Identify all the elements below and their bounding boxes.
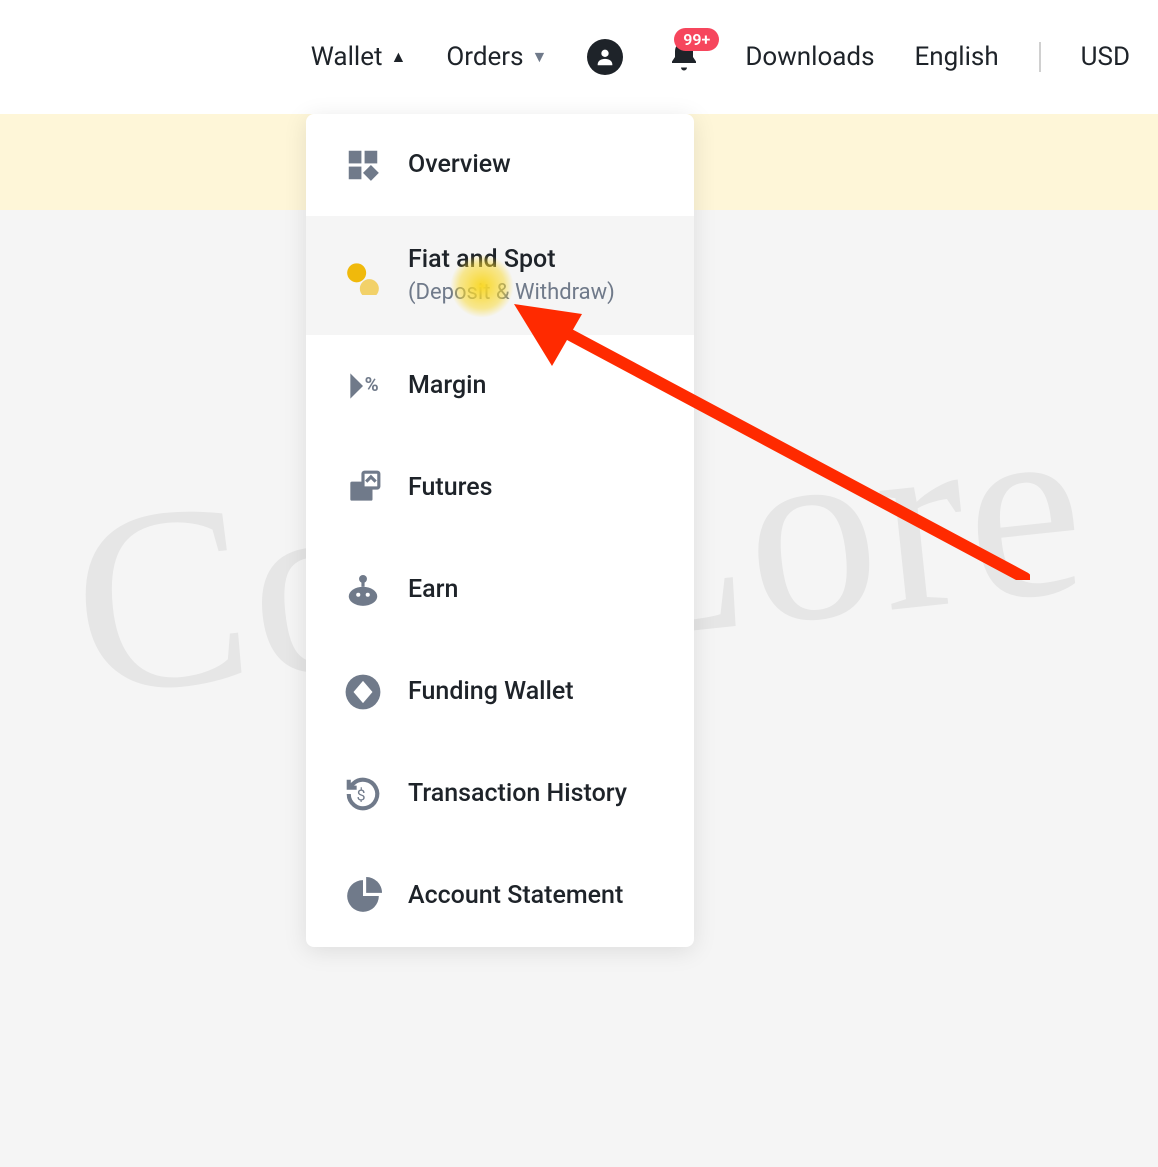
menu-account-statement[interactable]: Account Statement bbox=[306, 845, 694, 947]
funding-wallet-icon bbox=[344, 673, 382, 711]
fiat-spot-icon bbox=[344, 257, 382, 295]
nav-language[interactable]: English bbox=[915, 42, 999, 72]
nav-wallet-label: Wallet bbox=[311, 42, 383, 72]
menu-futures-label: Futures bbox=[408, 472, 493, 505]
nav-currency[interactable]: USD bbox=[1081, 42, 1130, 72]
menu-funding-wallet[interactable]: Funding Wallet bbox=[306, 641, 694, 743]
menu-transaction-history[interactable]: $ Transaction History bbox=[306, 743, 694, 845]
menu-futures[interactable]: Futures bbox=[306, 437, 694, 539]
nav-currency-label: USD bbox=[1081, 42, 1130, 72]
nav-downloads-label: Downloads bbox=[745, 42, 874, 72]
wallet-dropdown: Overview Fiat and Spot (Deposit & Withdr… bbox=[306, 114, 694, 947]
caret-down-icon: ▼ bbox=[532, 47, 548, 67]
menu-fiat-spot-label: Fiat and Spot bbox=[408, 244, 615, 277]
menu-funding-wallet-label: Funding Wallet bbox=[408, 676, 574, 709]
menu-overview-label: Overview bbox=[408, 149, 511, 182]
transaction-history-icon: $ bbox=[344, 775, 382, 813]
nav-separator bbox=[1039, 42, 1041, 72]
notification-badge: 99+ bbox=[674, 28, 719, 51]
overview-icon bbox=[344, 146, 382, 184]
avatar-icon[interactable] bbox=[587, 39, 623, 75]
menu-account-statement-label: Account Statement bbox=[408, 880, 623, 913]
menu-earn-label: Earn bbox=[408, 574, 458, 607]
account-statement-icon bbox=[344, 877, 382, 915]
notifications-button[interactable]: 99+ bbox=[663, 36, 705, 78]
menu-fiat-spot-sub: (Deposit & Withdraw) bbox=[408, 279, 615, 308]
caret-up-icon: ▲ bbox=[391, 47, 407, 67]
menu-fiat-spot[interactable]: Fiat and Spot (Deposit & Withdraw) bbox=[306, 216, 694, 335]
margin-icon: % bbox=[344, 367, 382, 405]
topbar: Wallet ▲ Orders ▼ 99+ Downloads English … bbox=[0, 0, 1158, 114]
earn-icon bbox=[344, 571, 382, 609]
nav-language-label: English bbox=[915, 42, 999, 72]
nav-wallet[interactable]: Wallet ▲ bbox=[311, 42, 407, 72]
svg-text:$: $ bbox=[357, 785, 366, 804]
menu-margin-label: Margin bbox=[408, 370, 486, 403]
futures-icon bbox=[344, 469, 382, 507]
menu-earn[interactable]: Earn bbox=[306, 539, 694, 641]
nav-downloads[interactable]: Downloads bbox=[745, 42, 874, 72]
menu-overview[interactable]: Overview bbox=[306, 114, 694, 216]
menu-margin[interactable]: % Margin bbox=[306, 335, 694, 437]
menu-transaction-history-label: Transaction History bbox=[408, 778, 627, 811]
svg-text:%: % bbox=[365, 373, 379, 396]
nav-orders[interactable]: Orders ▼ bbox=[446, 42, 547, 72]
nav-orders-label: Orders bbox=[446, 42, 523, 72]
